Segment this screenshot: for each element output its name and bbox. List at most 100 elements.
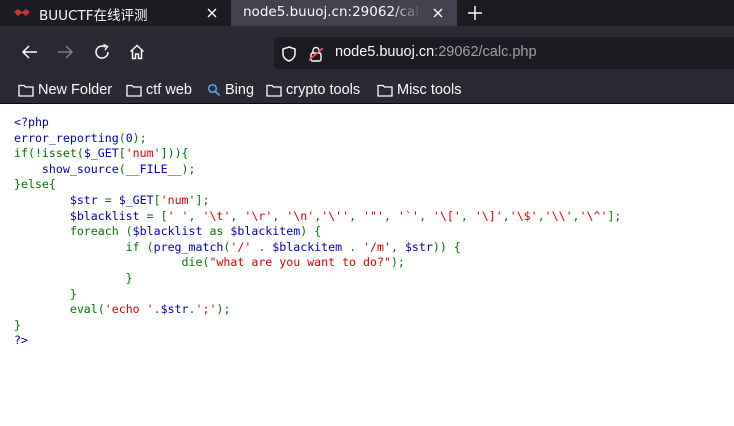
bookmark-label: Misc tools: [397, 82, 462, 98]
tab-strip: BUUCTF在线评测 node5.buuoj.cn:29062/calc.php: [0, 0, 734, 26]
home-icon[interactable]: [128, 43, 146, 61]
code-token: 'num': [160, 192, 196, 207]
code-token: $_GET: [118, 192, 154, 207]
folder-icon: [266, 84, 282, 97]
code-token: error_reporting: [14, 130, 119, 145]
code-token: '\t': [202, 208, 231, 223]
bookmark-misc-tools[interactable]: Misc tools: [377, 80, 461, 100]
new-tab-plus-icon[interactable]: [466, 4, 484, 22]
code-token: ,: [502, 208, 510, 223]
code-token: $blackitem: [272, 239, 350, 254]
code-token: );: [390, 255, 405, 270]
code-token: .: [349, 239, 364, 254]
code-token: __FILE__: [125, 161, 182, 176]
folder-icon: [377, 84, 393, 97]
code-token: $str: [69, 192, 105, 207]
bookmark-bing[interactable]: Bing: [207, 80, 254, 100]
code-token: 'num': [125, 146, 161, 161]
forward-arrow-icon[interactable]: [56, 43, 74, 61]
code-token: .: [153, 302, 161, 317]
shield-icon[interactable]: [280, 45, 298, 63]
close-tab-icon[interactable]: [204, 5, 220, 21]
code-token: '\'': [321, 208, 350, 223]
code-token: [: [118, 146, 126, 161]
code-token: ];: [195, 192, 210, 207]
code-token: ,: [460, 208, 475, 223]
code-token: }: [14, 317, 21, 332]
code-token: $blacklist: [132, 224, 210, 239]
code-token: ,: [188, 208, 203, 223]
code-token: 'echo ': [104, 302, 154, 317]
code-token: preg_match: [153, 239, 224, 254]
code-line: eval('echo '.$str.';');: [14, 302, 231, 317]
code-token: }else{: [14, 177, 56, 192]
code-token: 0: [125, 130, 133, 145]
code-token: show_source: [41, 161, 119, 176]
code-token: ];: [607, 208, 622, 223]
bookmark-label: ctf web: [146, 82, 192, 98]
code-line: die("what are you want to do?");: [14, 255, 405, 269]
code-token: '"': [363, 208, 385, 223]
code-line: ?>: [14, 333, 28, 347]
tab-title: BUUCTF在线评测: [39, 8, 148, 24]
bookmark-crypto-tools[interactable]: crypto tools: [266, 80, 360, 100]
code-token: if (: [14, 239, 154, 254]
code-line: $str = $_GET['num'];: [14, 192, 210, 207]
page-content: <?php error_reporting(0); if(!isset($_GE…: [0, 105, 734, 426]
code-token: $blacklist: [69, 208, 147, 223]
url-text[interactable]: node5.buuoj.cn:29062/calc.php: [335, 44, 537, 60]
url-host: node5.buuoj.cn: [335, 44, 435, 60]
code-token: ) {: [300, 224, 322, 239]
code-line: }: [14, 318, 21, 332]
back-arrow-icon[interactable]: [21, 43, 39, 61]
code-token: as: [209, 224, 231, 239]
insecure-lock-icon[interactable]: [307, 45, 325, 63]
code-token: $_GET: [83, 146, 119, 161]
code-token: '\n': [286, 208, 315, 223]
reload-icon[interactable]: [93, 43, 111, 61]
bookmark-new-folder[interactable]: New Folder: [18, 80, 112, 100]
code-line: $blacklist = [' ', '\t', '\r', '\n','\''…: [14, 208, 622, 223]
bookmark-ctf-web[interactable]: ctf web: [126, 80, 192, 100]
code-token: =: [104, 192, 119, 207]
code-line: show_source(__FILE__);: [14, 162, 196, 176]
code-line: foreach ($blacklist as $blackitem) {: [14, 224, 321, 238]
bookmarks-toolbar: New Folder ctf web Bing crypto tools Mis…: [0, 76, 734, 104]
code-line: if(!isset($_GET['num'])){: [14, 146, 189, 160]
code-token: '\r': [244, 208, 273, 223]
code-token: )) {: [432, 239, 461, 254]
code-token: '/m': [363, 239, 391, 254]
folder-icon: [18, 84, 34, 97]
tab-buuctf[interactable]: BUUCTF在线评测: [0, 0, 230, 26]
code-token: die(: [14, 255, 210, 270]
code-token: ,: [349, 208, 364, 223]
bookmark-label: Bing: [225, 82, 255, 98]
url-path: :29062/calc.php: [434, 44, 537, 60]
code-token: ,: [390, 239, 405, 254]
code-token: .: [188, 302, 196, 317]
close-tab-icon[interactable]: [430, 5, 446, 21]
code-token: (: [118, 161, 126, 176]
code-line: }: [14, 287, 77, 301]
code-token: '\\': [544, 208, 573, 223]
bookmark-label: New Folder: [38, 82, 113, 98]
code-token: .: [258, 239, 273, 254]
tab-calc-php[interactable]: node5.buuoj.cn:29062/calc.php: [231, 0, 457, 26]
code-line: if (preg_match('/' . $blackitem . '/m', …: [14, 240, 461, 254]
code-line: }else{: [14, 177, 56, 191]
code-token: ])){: [160, 146, 189, 161]
code-token: ,: [230, 208, 245, 223]
code-token: }: [14, 286, 77, 301]
code-token: '\[': [432, 208, 461, 223]
code-token: '\^': [579, 208, 608, 223]
code-token: ,: [537, 208, 545, 223]
search-icon: [207, 83, 221, 97]
bookmark-label: crypto tools: [286, 82, 361, 98]
code-token: }: [14, 270, 133, 285]
code-token: ,: [272, 208, 287, 223]
code-token: = [: [146, 208, 168, 223]
code-token: '`': [398, 208, 419, 223]
code-token: $blackitem: [230, 224, 301, 239]
